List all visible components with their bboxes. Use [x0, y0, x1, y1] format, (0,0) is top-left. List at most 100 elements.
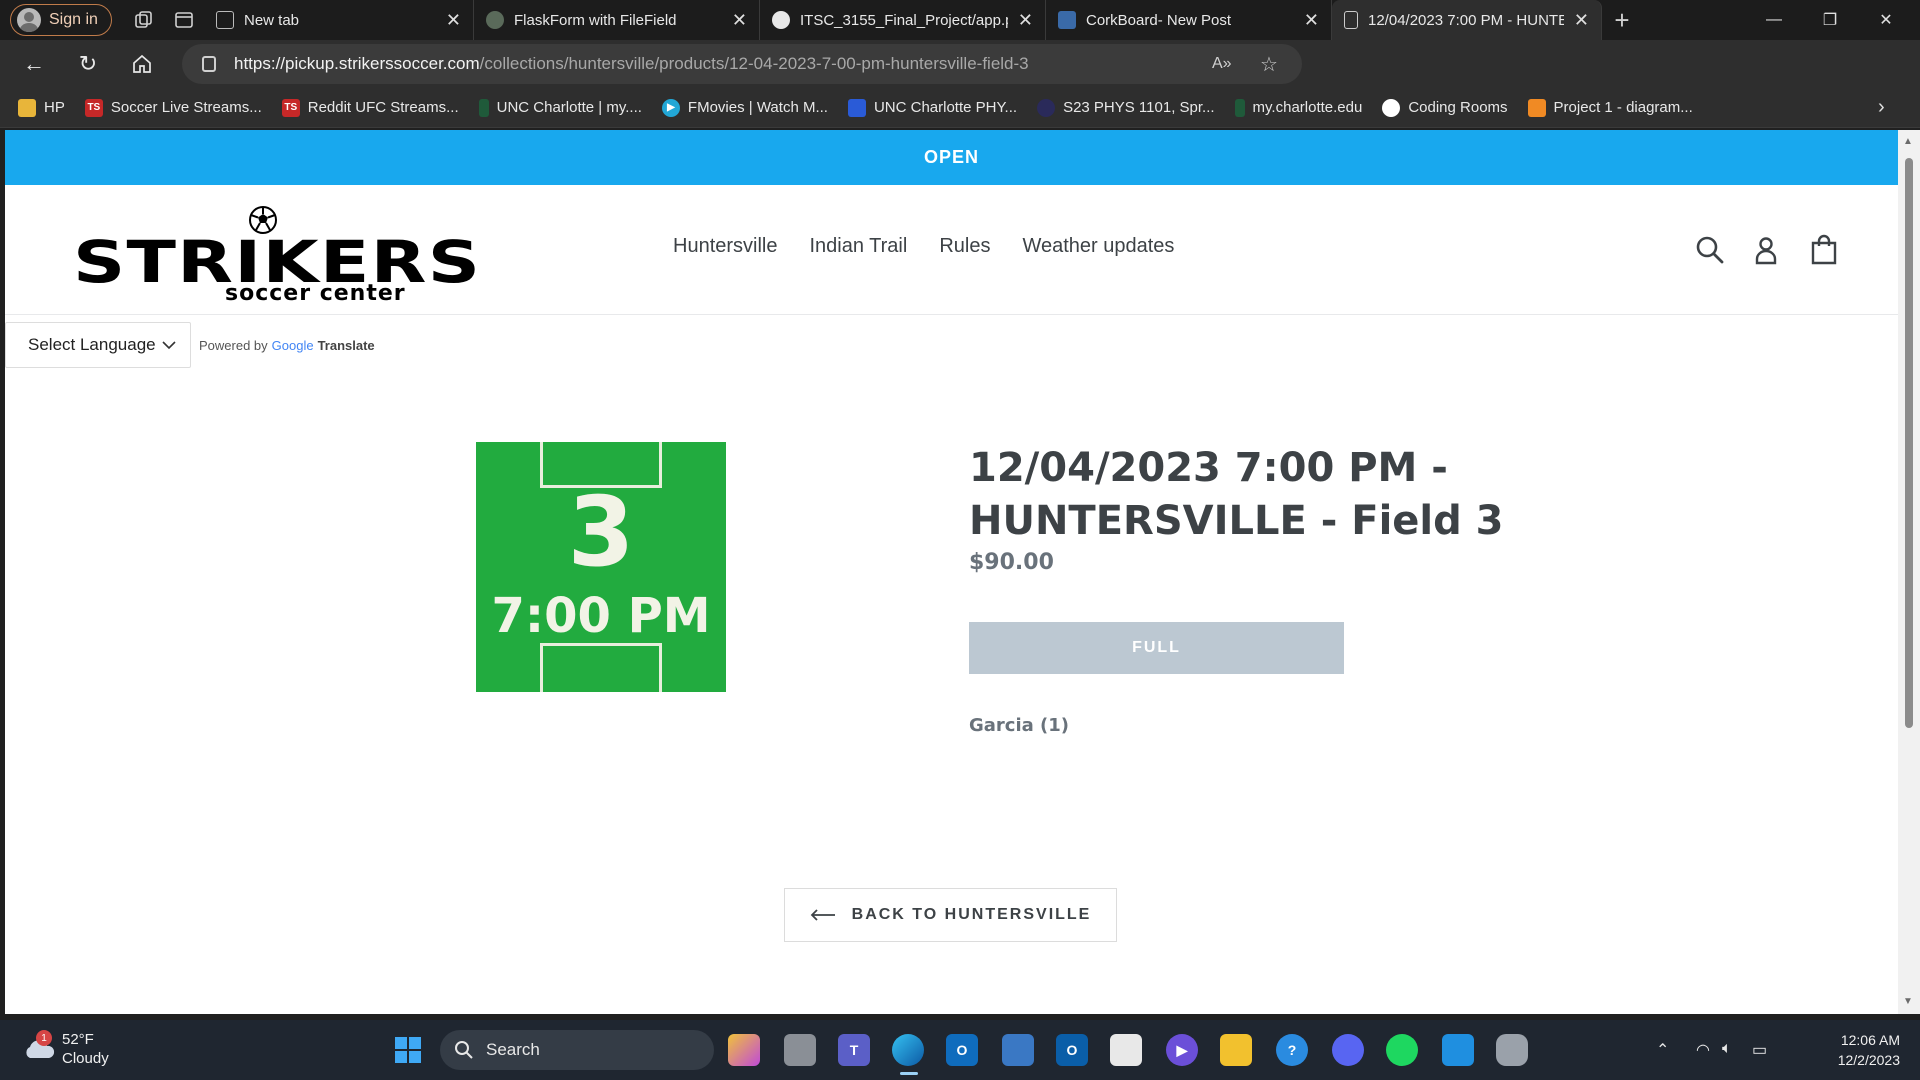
tab-new-tab[interactable]: New tab ✕	[204, 0, 474, 40]
bookmark-unc-charlotte[interactable]: UNC Charlotte | my....	[478, 98, 642, 117]
bookmark-unc-phy[interactable]: UNC Charlotte PHY...	[847, 98, 1018, 117]
page-scrollbar[interactable]: ▲ ▼	[1898, 130, 1920, 1014]
close-icon[interactable]: ✕	[1018, 10, 1033, 31]
strikers-logo[interactable]: STRIKERS soccer center	[73, 205, 513, 305]
spotify-icon[interactable]	[1386, 1034, 1418, 1066]
copilot-preview-icon[interactable]	[728, 1034, 760, 1066]
product-title: 12/04/2023 7:00 PM - HUNTERSVILLE - Fiel…	[969, 445, 1504, 544]
window-close-icon[interactable]: ✕	[1858, 0, 1914, 40]
discord-icon[interactable]	[1332, 1034, 1364, 1066]
tab-flaskform[interactable]: FlaskForm with FileField ✕	[474, 0, 760, 40]
tab-strikers-active[interactable]: 12/04/2023 7:00 PM - HUNTER ✕	[1332, 0, 1602, 40]
vscode-icon[interactable]	[1442, 1034, 1474, 1066]
cart-icon[interactable]	[1807, 233, 1841, 267]
account-icon[interactable]	[1749, 233, 1783, 267]
tab-corkboard[interactable]: CorkBoard- New Post ✕	[1046, 0, 1332, 40]
task-view-icon[interactable]	[784, 1034, 816, 1066]
bookmark-project-diagram[interactable]: Project 1 - diagram...	[1527, 98, 1693, 117]
bookmark-coding-rooms[interactable]: Coding Rooms	[1382, 98, 1508, 117]
clock-time: 12:06 AM	[1840, 1032, 1900, 1048]
bookmark-my-charlotte[interactable]: my.charlotte.edu	[1234, 98, 1362, 117]
language-select[interactable]: Select Language	[5, 322, 191, 368]
database-icon[interactable]	[1496, 1034, 1528, 1066]
tray-chevron-up-icon[interactable]: ⌃	[1656, 1040, 1669, 1060]
vertical-tabs-icon[interactable]	[164, 0, 204, 40]
minimize-icon[interactable]: —	[1746, 0, 1802, 40]
system-clock[interactable]: 12:06 AM 12/2/2023	[1790, 1030, 1900, 1070]
close-icon[interactable]: ✕	[732, 10, 747, 31]
close-icon[interactable]: ✕	[1574, 10, 1589, 31]
bookmarks-bar: HP TS Soccer Live Streams... TS Reddit UFC…	[0, 88, 1920, 128]
back-to-collection-button[interactable]: BACK TO HUNTERSVILLE	[784, 888, 1117, 942]
product-description: Garcia (1)	[969, 715, 1070, 736]
bookmark-soccer-streams[interactable]: TS Soccer Live Streams...	[84, 98, 262, 117]
url-field[interactable]: https://pickup.strikerssoccer.com/collec…	[182, 44, 1302, 84]
restore-icon[interactable]: ❐	[1802, 0, 1858, 40]
outlook-icon[interactable]: O	[1056, 1034, 1088, 1066]
back-arrow-icon[interactable]: ←	[10, 44, 58, 84]
main-navigation: Huntersville Indian Trail Rules Weather …	[673, 235, 1174, 258]
edge-icon[interactable]	[892, 1034, 924, 1066]
nav-weather-updates[interactable]: Weather updates	[1022, 235, 1174, 258]
full-sold-out-button[interactable]: FULL	[969, 622, 1344, 674]
teams-icon[interactable]: T	[838, 1034, 870, 1066]
windows-start-icon[interactable]	[392, 1034, 424, 1066]
coding-rooms-favicon-icon	[1382, 98, 1401, 117]
home-icon[interactable]	[118, 44, 166, 84]
scroll-up-icon[interactable]: ▲	[1903, 136, 1913, 147]
file-explorer-icon[interactable]	[1220, 1034, 1252, 1066]
scrollbar-thumb[interactable]	[1905, 158, 1913, 728]
nav-indian-trail[interactable]: Indian Trail	[809, 235, 907, 258]
media-player-icon[interactable]: ▶	[1166, 1034, 1198, 1066]
profile-signin-button[interactable]: Sign in	[10, 4, 112, 36]
clock-date: 12/2/2023	[1837, 1052, 1900, 1068]
control-panel-icon[interactable]	[1002, 1034, 1034, 1066]
edge-active-indicator	[900, 1072, 918, 1075]
bookmark-fmovies[interactable]: ▶ FMovies | Watch M...	[661, 98, 828, 117]
course-favicon-icon	[1037, 98, 1056, 117]
cloud-icon: 1	[22, 1030, 56, 1060]
search-icon[interactable]	[1693, 233, 1727, 267]
bookmark-phys-1101[interactable]: S23 PHYS 1101, Spr...	[1037, 98, 1215, 117]
nav-rules[interactable]: Rules	[939, 235, 990, 258]
taskbar-search[interactable]: Search	[440, 1030, 714, 1070]
refresh-icon[interactable]: ↻	[64, 44, 112, 84]
close-icon[interactable]: ✕	[446, 10, 461, 31]
new-tab-plus-icon[interactable]: +	[1602, 0, 1642, 40]
tab-github[interactable]: ITSC_3155_Final_Project/app.p ✕	[760, 0, 1046, 40]
close-icon[interactable]: ✕	[1304, 10, 1319, 31]
scroll-down-icon[interactable]: ▼	[1903, 996, 1913, 1007]
ts-favicon-icon: TS	[281, 98, 300, 117]
powered-by-text: Powered by	[199, 337, 268, 353]
microsoft-store-icon[interactable]	[1110, 1034, 1142, 1066]
product-image[interactable]: 3 7:00 PM	[476, 442, 726, 692]
nav-huntersville[interactable]: Huntersville	[673, 235, 777, 258]
bookmarks-overflow-chevron-icon[interactable]: ›	[1878, 96, 1885, 119]
weather-widget[interactable]: 1 52°F Cloudy	[22, 1030, 109, 1068]
favorite-star-icon[interactable]: ☆	[1260, 52, 1278, 77]
powered-by-google[interactable]: Powered by Google Translate	[199, 338, 375, 353]
avatar	[17, 8, 41, 32]
tab-title: ITSC_3155_Final_Project/app.p	[800, 11, 1008, 29]
play-favicon-icon: ▶	[661, 98, 680, 117]
battery-icon[interactable]: ▭	[1752, 1040, 1767, 1060]
bookmark-label: Coding Rooms	[1408, 99, 1508, 116]
get-help-icon[interactable]: ?	[1276, 1034, 1308, 1066]
bookmark-hp[interactable]: HP	[18, 98, 65, 117]
workspaces-icon[interactable]	[124, 0, 164, 40]
field-box-bottom	[540, 643, 662, 692]
lock-icon[interactable]	[202, 56, 216, 72]
url-host: https://pickup.strikerssoccer.com	[234, 54, 480, 73]
volume-icon[interactable]: 🔈︎	[1722, 1040, 1732, 1058]
outlook-new-icon[interactable]: O	[946, 1034, 978, 1066]
bookmark-label: S23 PHYS 1101, Spr...	[1063, 99, 1215, 116]
bookmark-ufc-streams[interactable]: TS Reddit UFC Streams...	[281, 98, 459, 117]
tab-bar: Sign in New tab ✕ FlaskForm with FileFie…	[0, 0, 1920, 40]
bookmark-label: Reddit UFC Streams...	[307, 99, 459, 116]
read-aloud-icon[interactable]: A»	[1212, 55, 1232, 73]
wifi-icon[interactable]: ◠	[1696, 1040, 1710, 1060]
site-header: STRIKERS soccer center Huntersville Indi…	[5, 185, 1898, 315]
bookmark-label: Project 1 - diagram...	[1553, 99, 1693, 116]
bookmark-label: UNC Charlotte PHY...	[873, 99, 1018, 116]
bookmark-label: Soccer Live Streams...	[110, 99, 262, 116]
